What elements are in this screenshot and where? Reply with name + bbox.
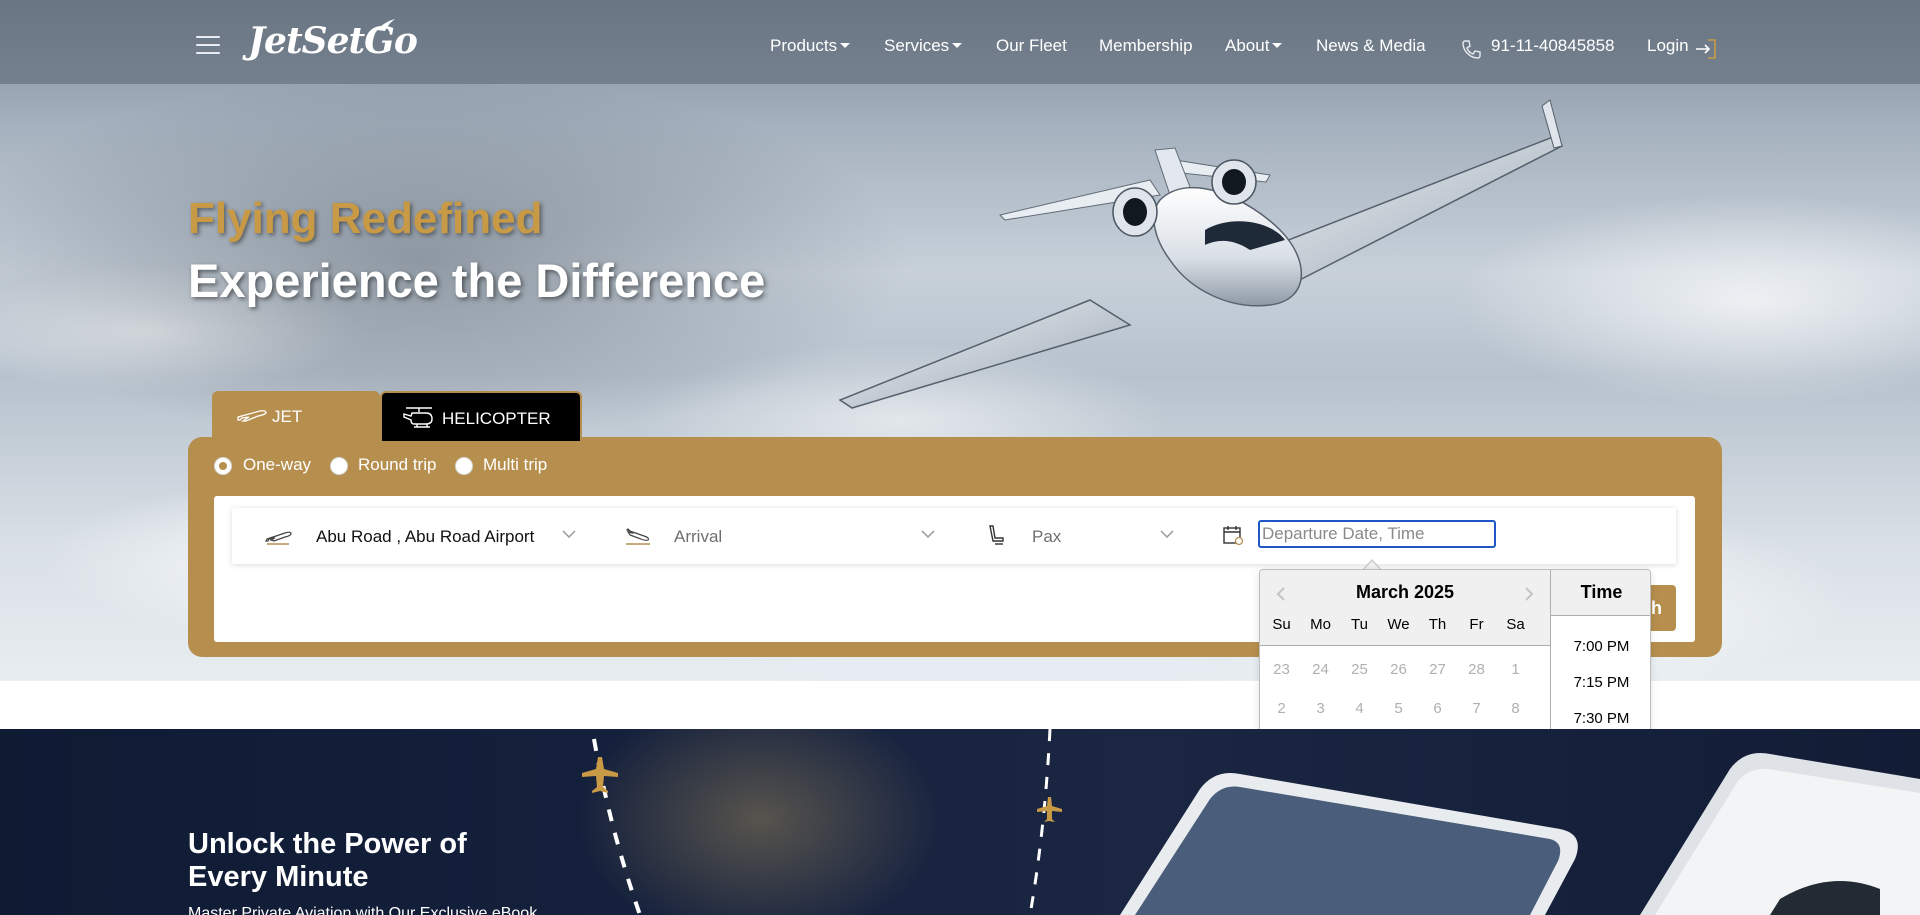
private-jet-illustration xyxy=(838,99,1563,409)
calendar-day: 28 xyxy=(1468,661,1485,678)
nav-products-label: Products xyxy=(770,36,838,55)
nav-our-fleet[interactable]: Our Fleet xyxy=(996,36,1067,56)
chevron-down-icon xyxy=(952,42,963,48)
seat-icon xyxy=(989,525,1004,545)
nav-news-media[interactable]: News & Media xyxy=(1316,36,1426,56)
weekday-label: Mo xyxy=(1310,616,1331,633)
time-option[interactable]: 7:00 PM xyxy=(1551,638,1650,655)
calendar-day: 26 xyxy=(1390,661,1407,678)
weekday-label: Su xyxy=(1272,616,1291,633)
nav-services[interactable]: Services xyxy=(884,36,963,56)
nav-products[interactable]: Products xyxy=(770,36,851,56)
trip-multi-trip-label[interactable]: Multi trip xyxy=(483,455,547,475)
promo-title: Unlock the Power of Every Minute xyxy=(188,828,467,894)
departure-select[interactable]: Abu Road , Abu Road Airport xyxy=(316,527,534,547)
time-option[interactable]: 7:15 PM xyxy=(1551,674,1650,691)
time-option[interactable]: 7:30 PM xyxy=(1551,710,1650,727)
top-navbar: JetSetGo Products Services Our Fleet Mem… xyxy=(0,0,1920,84)
calendar-day: 4 xyxy=(1355,700,1364,717)
hero-headline-secondary: Experience the Difference xyxy=(188,254,766,307)
chevron-down-icon xyxy=(921,530,935,539)
weekday-label: Th xyxy=(1428,616,1447,633)
calendar-day: 6 xyxy=(1433,700,1442,717)
tab-helicopter-label: HELICOPTER xyxy=(442,409,551,428)
nav-membership[interactable]: Membership xyxy=(1099,36,1193,56)
phone-icon xyxy=(1462,40,1481,59)
promo-title-line1: Unlock the Power of xyxy=(188,828,467,860)
hero-headline-primary: Flying Redefined xyxy=(188,194,543,243)
tab-jet[interactable]: JET xyxy=(212,391,380,441)
time-header: Time xyxy=(1551,570,1650,616)
nav-about[interactable]: About xyxy=(1225,36,1283,56)
nav-services-label: Services xyxy=(884,36,950,55)
calendar-day: 23 xyxy=(1273,661,1290,678)
departure-date-input[interactable] xyxy=(1258,520,1496,548)
pax-select[interactable]: Pax xyxy=(1032,527,1061,547)
calendar-day: 2 xyxy=(1277,700,1286,717)
nav-phone[interactable]: 91-11-40845858 xyxy=(1491,36,1615,56)
calendar-day: 24 xyxy=(1312,661,1329,678)
hamburger-menu-icon[interactable] xyxy=(196,36,220,56)
chevron-down-icon xyxy=(840,42,851,48)
login-icon[interactable] xyxy=(1694,38,1718,60)
promo-subtitle: Master Private Aviation with Our Exclusi… xyxy=(188,905,538,915)
chevron-down-icon xyxy=(1272,42,1283,48)
chevron-down-icon xyxy=(562,530,576,539)
chevron-down-icon xyxy=(1160,530,1174,539)
weekday-label: Fr xyxy=(1469,616,1484,633)
promo-title-line2: Every Minute xyxy=(188,861,369,893)
calendar-day: 5 xyxy=(1394,700,1403,717)
takeoff-icon xyxy=(265,531,292,545)
calendar-icon xyxy=(1223,526,1244,546)
nav-login[interactable]: Login xyxy=(1647,36,1689,56)
calendar-day: 8 xyxy=(1511,700,1520,717)
calendar-day: 25 xyxy=(1351,661,1368,678)
radio-one-way[interactable] xyxy=(214,457,232,475)
weekday-label: Tu xyxy=(1351,616,1368,633)
calendar-day: 3 xyxy=(1316,700,1325,717)
calendar-month-label: March 2025 xyxy=(1355,582,1455,602)
arrival-select[interactable]: Arrival xyxy=(674,527,722,547)
radio-multi-trip[interactable] xyxy=(455,457,473,475)
landing-icon xyxy=(625,528,650,545)
trip-round-trip-label[interactable]: Round trip xyxy=(358,455,436,475)
calendar-day: 27 xyxy=(1429,661,1446,678)
calendar-header: March 2025 Su Mo Tu We Th Fr Sa xyxy=(1260,570,1550,646)
nav-about-label: About xyxy=(1225,36,1270,55)
calendar-day: 1 xyxy=(1511,661,1520,678)
weekday-label: We xyxy=(1387,616,1410,633)
helicopter-icon xyxy=(403,407,433,428)
tab-helicopter[interactable]: HELICOPTER xyxy=(380,391,582,441)
trip-one-way-label[interactable]: One-way xyxy=(243,455,311,475)
calendar-day: 7 xyxy=(1472,700,1481,717)
tab-jet-label: JET xyxy=(272,407,303,426)
next-month-icon[interactable] xyxy=(1522,586,1536,602)
weekday-label: Sa xyxy=(1506,616,1525,633)
jet-icon xyxy=(237,410,267,422)
logo-bird-icon xyxy=(377,19,395,31)
radio-round-trip[interactable] xyxy=(330,457,348,475)
